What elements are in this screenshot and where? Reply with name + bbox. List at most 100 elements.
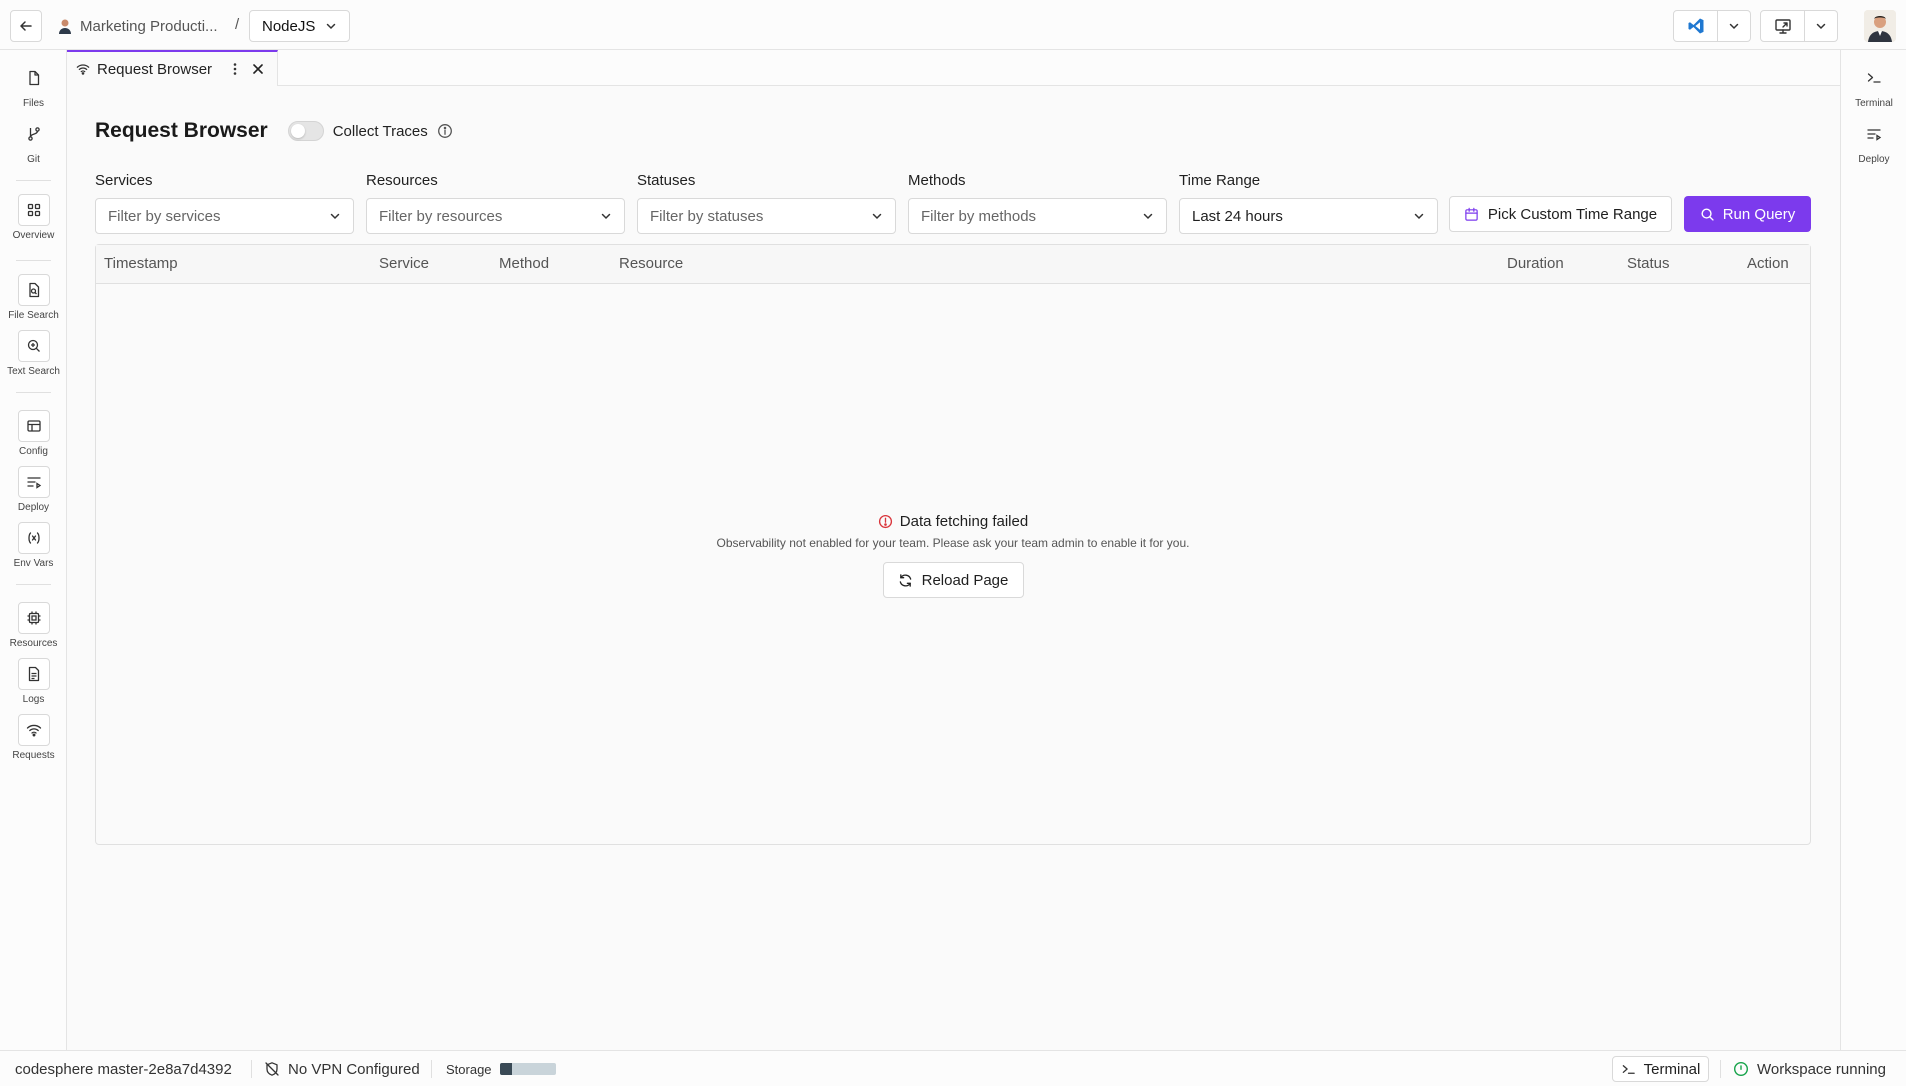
sidebar-item-text-search[interactable]: Text Search <box>0 330 67 377</box>
sidebar-item-resources[interactable]: Resources <box>0 602 67 649</box>
right-sidebar-item-terminal[interactable]: Terminal <box>1841 62 1906 109</box>
open-deployment-button[interactable] <box>1760 10 1805 42</box>
filter-label: Methods <box>908 172 966 189</box>
project-select[interactable]: NodeJS <box>249 10 350 42</box>
chevron-down-icon <box>871 210 883 222</box>
filter-label: Resources <box>366 172 438 189</box>
close-icon[interactable] <box>250 61 266 77</box>
select-placeholder: Filter by resources <box>379 207 503 225</box>
pick-custom-time-range-button[interactable]: Pick Custom Time Range <box>1449 196 1672 232</box>
user-avatar[interactable] <box>1864 10 1896 42</box>
sidebar-item-label: Requests <box>12 750 55 761</box>
resources-filter: Resources Filter by resources <box>366 172 625 234</box>
vpn-status[interactable]: No VPN Configured <box>264 1051 420 1086</box>
time-range-filter: Time Range Last 24 hours <box>1179 172 1438 234</box>
error-title-text: Data fetching failed <box>899 513 1029 530</box>
column-header-timestamp[interactable]: Timestamp <box>104 255 178 272</box>
sidebar-item-label: Config <box>19 446 48 457</box>
column-header-duration[interactable]: Duration <box>1507 255 1564 272</box>
resources-select[interactable]: Filter by resources <box>366 198 625 234</box>
wifi-icon <box>17 714 50 746</box>
collect-traces-label: Collect Traces <box>332 122 428 140</box>
shield-off-icon <box>264 1061 280 1077</box>
terminal-icon <box>1858 62 1890 94</box>
sidebar-item-config[interactable]: Config <box>0 410 67 457</box>
storage-indicator[interactable]: Storage <box>446 1051 556 1086</box>
column-header-method[interactable]: Method <box>499 255 549 272</box>
open-vscode-button[interactable] <box>1673 10 1718 42</box>
column-header-action: Action <box>1747 255 1789 272</box>
toggle-knob <box>290 124 305 138</box>
methods-select[interactable]: Filter by methods <box>908 198 1167 234</box>
sidebar-item-label: Terminal <box>1855 98 1893 109</box>
sidebar-divider <box>16 392 51 393</box>
cpu-icon <box>17 602 50 634</box>
sidebar-item-deploy[interactable]: Deploy <box>0 466 67 513</box>
sidebar-item-git[interactable]: Git <box>0 118 67 165</box>
button-label: Run Query <box>1722 205 1796 223</box>
sidebar-divider <box>16 180 51 181</box>
sidebar-item-requests[interactable]: Requests <box>0 714 67 761</box>
back-button[interactable] <box>10 10 42 42</box>
error-title: Data fetching failed <box>878 513 1028 530</box>
git-branch-icon <box>18 118 50 150</box>
sidebar-item-overview[interactable]: Overview <box>0 194 67 241</box>
chevron-down-icon <box>1815 20 1827 32</box>
column-header-resource[interactable]: Resource <box>619 255 683 272</box>
wifi-icon <box>76 62 90 76</box>
config-icon <box>17 410 50 442</box>
terminal-icon <box>1621 1062 1636 1077</box>
vscode-icon <box>1687 17 1705 35</box>
left-sidebar: Files Git Overview File Search Text Sear… <box>0 50 67 1050</box>
alert-circle-icon <box>878 514 893 529</box>
terminal-button[interactable]: Terminal <box>1612 1056 1709 1082</box>
open-preview-group <box>1760 10 1838 42</box>
time-range-select[interactable]: Last 24 hours <box>1179 198 1438 234</box>
search-icon <box>1700 207 1715 222</box>
branch-info: codesphere master-2e8a7d4392 <box>15 1051 232 1086</box>
sidebar-item-label: File Search <box>8 310 59 321</box>
statuses-select[interactable]: Filter by statuses <box>637 198 896 234</box>
right-sidebar-item-deploy[interactable]: Deploy <box>1841 118 1906 165</box>
storage-progress-fill <box>499 1063 512 1075</box>
sidebar-item-label: Resources <box>9 638 58 649</box>
preview-options-button[interactable] <box>1805 10 1838 42</box>
button-label: Pick Custom Time Range <box>1487 205 1658 223</box>
vscode-options-button[interactable] <box>1718 10 1751 42</box>
error-state: Data fetching failed Observability not e… <box>96 513 1810 598</box>
refresh-icon <box>898 573 913 588</box>
kebab-menu-icon[interactable] <box>227 61 243 77</box>
chevron-down-icon <box>1728 20 1740 32</box>
column-header-service[interactable]: Service <box>379 255 429 272</box>
sidebar-item-label: Git <box>27 154 40 165</box>
status-bar: codesphere master-2e8a7d4392 No VPN Conf… <box>0 1050 1906 1086</box>
chevron-down-icon <box>1413 210 1425 222</box>
collect-traces-toggle[interactable] <box>287 121 324 141</box>
sidebar-item-file-search[interactable]: File Search <box>0 274 67 321</box>
run-query-button[interactable]: Run Query <box>1684 196 1811 232</box>
info-icon[interactable] <box>437 123 453 139</box>
tab-request-browser[interactable]: Request Browser <box>67 50 278 86</box>
sidebar-item-env-vars[interactable]: Env Vars <box>0 522 67 569</box>
error-message: Observability not enabled for your team.… <box>716 536 1190 550</box>
services-select[interactable]: Filter by services <box>95 198 354 234</box>
sidebar-item-files[interactable]: Files <box>0 62 67 109</box>
monitor-external-icon <box>1774 17 1792 35</box>
sidebar-item-logs[interactable]: Logs <box>0 658 67 705</box>
text-search-icon <box>17 330 50 362</box>
select-placeholder: Filter by services <box>108 207 221 225</box>
vpn-status-text: No VPN Configured <box>288 1060 420 1078</box>
reload-page-button[interactable]: Reload Page <box>882 562 1024 598</box>
breadcrumb-team[interactable]: Marketing Producti... <box>58 10 218 42</box>
deploy-icon <box>17 466 50 498</box>
filter-label: Time Range <box>1179 172 1261 189</box>
top-bar: Marketing Producti... / NodeJS <box>0 0 1906 50</box>
select-placeholder: Filter by statuses <box>650 207 764 225</box>
deploy-icon <box>1858 118 1890 150</box>
storage-progress-bar <box>499 1063 556 1075</box>
page-header: Request Browser Collect Traces <box>95 116 453 146</box>
tab-label: Request Browser <box>97 60 213 78</box>
column-header-status[interactable]: Status <box>1627 255 1670 272</box>
status-divider <box>1720 1060 1721 1078</box>
tab-strip: Request Browser <box>67 50 1840 86</box>
